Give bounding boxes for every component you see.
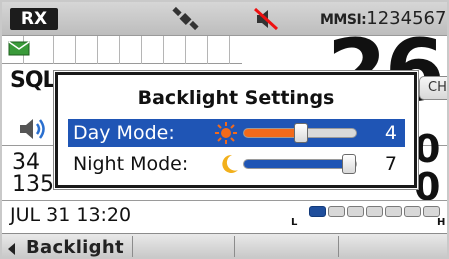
divider: [2, 200, 447, 201]
moon-icon: [222, 154, 238, 173]
softkey-backlight[interactable]: Backlight: [26, 235, 124, 257]
grid-cell: [186, 36, 208, 64]
digits-line: 135: [12, 172, 54, 197]
level-segment: [328, 206, 345, 217]
backlight-settings-dialog: Backlight Settings Day Mode: 4 Night Mod…: [55, 72, 417, 188]
softkey-divider: [132, 236, 133, 257]
level-segment: [385, 206, 402, 217]
message-icon: [8, 41, 30, 56]
speaker-icon: [20, 119, 45, 139]
grid-cell: [164, 36, 186, 64]
grid-cell: [120, 36, 142, 64]
level-low-label: L: [291, 217, 298, 228]
level-segment: [423, 206, 440, 217]
level-segment: [309, 206, 326, 217]
rx-badge: RX: [10, 8, 58, 30]
day-mode-value: 4: [384, 122, 397, 144]
softkey-divider: [234, 236, 235, 257]
grid-cell: [98, 36, 120, 64]
slider-fill: [244, 160, 356, 168]
level-segment: [347, 206, 364, 217]
signal-level-meter: L H: [287, 202, 447, 228]
date-time: JUL 31 13:20: [10, 204, 132, 226]
day-mode-row[interactable]: Day Mode: 4: [68, 119, 405, 147]
grid-cell: [142, 36, 164, 64]
digits-line: 34: [12, 150, 40, 175]
night-mode-slider[interactable]: [243, 159, 357, 169]
slider-thumb[interactable]: [342, 154, 356, 174]
ch-button[interactable]: CH: [419, 76, 447, 100]
night-mode-value: 7: [384, 153, 397, 175]
day-mode-label: Day Mode:: [73, 122, 175, 144]
sun-icon: [215, 122, 237, 144]
level-segment: [404, 206, 421, 217]
softkey-bar: Backlight: [2, 233, 447, 257]
squelch-label: SQL: [10, 68, 57, 93]
grid-cell: [208, 36, 230, 64]
night-mode-label: Night Mode:: [73, 153, 189, 175]
grid-cell: [54, 36, 76, 64]
position-digits: 34 135: [12, 152, 54, 196]
level-high-label: H: [437, 217, 446, 228]
night-mode-row[interactable]: Night Mode: 7: [68, 150, 405, 178]
device-screen: RX MMSI:123456789 SQL 26: [0, 0, 449, 259]
softkey-divider: [338, 236, 339, 257]
slider-thumb[interactable]: [294, 123, 309, 143]
dialog-title: Backlight Settings: [137, 87, 335, 109]
grid-cell: [32, 36, 54, 64]
grid-cell: [76, 36, 98, 64]
satellite-icon: [172, 6, 199, 31]
mute-icon: [253, 7, 279, 31]
level-segment: [366, 206, 383, 217]
softkey-left-arrow-icon[interactable]: [8, 243, 15, 255]
icon-grid-row: [2, 36, 242, 64]
